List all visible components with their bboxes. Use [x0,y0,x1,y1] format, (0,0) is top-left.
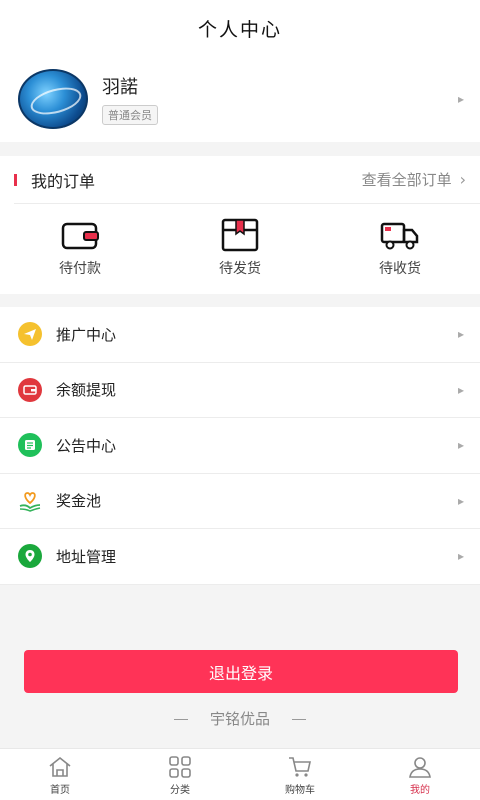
chevron-right-icon: ▸ [457,493,464,508]
chevron-right-icon: ▸ [457,549,464,564]
chevron-right-icon: ▸ [457,327,464,342]
menu-item-label: 地址管理 [56,547,117,566]
order-status-row: 待付款 待发货 待收货 [0,204,480,278]
top-header: 个人中心 [0,0,480,56]
chevron-right-icon: ▸ [457,438,464,453]
menu-item-notice-center[interactable]: 公告中心 ▸ [0,418,480,474]
order-pending-payment[interactable]: 待付款 [20,218,140,278]
menu-item-promotion-center[interactable]: 推广中心 ▸ [0,307,480,363]
tab-cart[interactable]: 购物车 [240,749,360,800]
logout-button[interactable]: 退出登录 [24,650,458,693]
menu-item-label: 余额提现 [56,381,117,400]
tab-label: 我的 [410,785,430,796]
menu-item-label: 推广中心 [56,325,117,344]
tab-label: 分类 [170,785,190,796]
menu-item-label: 公告中心 [56,436,117,455]
orders-header: 我的订单 查看全部订单 › [14,156,480,204]
menu-item-balance-withdraw[interactable]: 余额提现 ▸ [0,363,480,418]
chevron-right-icon: › [459,170,466,189]
package-icon [221,218,259,252]
view-all-orders-link[interactable]: 查看全部订单 › [362,169,466,190]
menu-item-address-management[interactable]: 地址管理 ▸ [0,529,480,585]
home-icon [49,756,71,777]
chevron-right-icon: ▸ [457,92,464,106]
page-title: 个人中心 [197,18,282,41]
tab-category[interactable]: 分类 [120,749,240,800]
order-item-label: 待收货 [379,261,421,277]
notice-icon [18,433,42,458]
tab-label: 购物车 [285,785,315,796]
menu-item-label: 奖金池 [56,492,102,511]
my-orders-section: 我的订单 查看全部订单 › 待付款 待发货 待收货 [0,156,480,294]
accent-bar [14,173,17,186]
heart-hand-icon [18,489,42,513]
order-item-label: 待付款 [59,261,101,277]
wallet-icon [18,377,42,402]
wallet-icon [61,222,99,250]
menu-list: 推广中心 ▸ 余额提现 ▸ 公告中心 ▸ 奖金池 ▸ 地址管理 ▸ [0,307,480,585]
menu-item-bonus-pool[interactable]: 奖金池 ▸ [0,474,480,529]
tab-home[interactable]: 首页 [0,749,120,800]
username: 羽諾 [102,77,138,98]
member-level-badge: 普通会员 [102,105,158,125]
brand-name: 宇铭优品 [209,710,270,728]
grid-icon [169,756,191,778]
paper-plane-icon [18,322,42,347]
tab-mine[interactable]: 我的 [360,749,480,800]
order-pending-receipt[interactable]: 待收货 [340,218,460,278]
tab-label: 首页 [50,785,70,796]
orders-title: 我的订单 [31,171,96,191]
divider [292,719,306,720]
order-item-label: 待发货 [219,261,261,277]
view-all-orders-label: 查看全部订单 [361,171,452,189]
profile-info: 羽諾 普通会员 [102,73,158,125]
chevron-right-icon: ▸ [457,382,464,397]
order-pending-shipment[interactable]: 待发货 [180,218,300,278]
profile-card[interactable]: 羽諾 普通会员 ▸ [0,56,480,142]
truck-icon [380,222,419,250]
divider [173,719,188,720]
location-pin-icon [18,544,42,569]
avatar[interactable] [18,69,88,129]
bottom-tab-bar: 首页 分类 购物车 我的 [0,748,480,800]
user-icon [409,757,431,778]
cart-icon [289,757,311,777]
personal-center-page: 个人中心 羽諾 普通会员 ▸ 我的订单 查看全部订单 › 待付款 待发货 待收货… [0,0,480,800]
orders-title-group: 我的订单 [14,168,95,192]
brand-footer: 宇铭优品 [0,708,480,729]
